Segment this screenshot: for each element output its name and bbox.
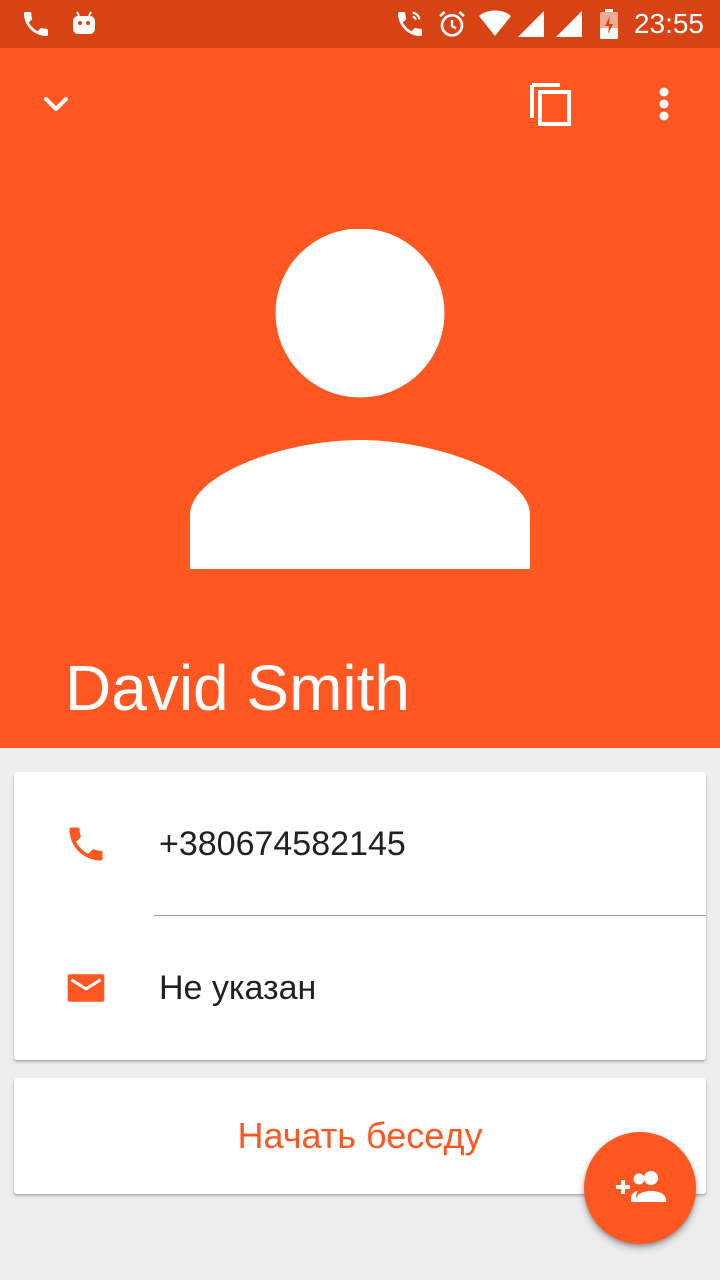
wifi-icon xyxy=(479,10,511,36)
contact-details-card: +380674582145 Не указан xyxy=(14,772,706,1060)
copy-button[interactable] xyxy=(518,72,582,136)
email-icon xyxy=(67,974,105,1002)
chevron-down-icon xyxy=(44,97,68,111)
status-time: 23:55 xyxy=(633,8,704,39)
phone-icon xyxy=(69,827,103,861)
signal-icon xyxy=(518,11,544,37)
copy-icon xyxy=(530,83,571,126)
status-bar: 23:55 xyxy=(0,0,720,48)
signal-icon xyxy=(556,11,582,37)
phone-row[interactable]: +380674582145 xyxy=(14,772,706,916)
battery-charging-icon xyxy=(600,9,618,39)
phone-icon xyxy=(24,12,48,36)
email-value: Не указан xyxy=(159,969,317,1007)
person-icon xyxy=(190,229,530,569)
more-options-button[interactable] xyxy=(614,72,678,136)
contact-header: David Smith xyxy=(0,48,720,748)
add-group-icon xyxy=(616,1171,666,1202)
android-icon xyxy=(73,11,95,34)
wifi-calling-icon xyxy=(398,11,422,36)
email-row[interactable]: Не указан xyxy=(14,916,706,1060)
contact-screen: 23:55 David Smith +380674582145 Не указа… xyxy=(0,0,720,1280)
contact-name: David Smith xyxy=(65,652,410,724)
add-contact-fab[interactable] xyxy=(584,1132,696,1244)
more-vert-icon xyxy=(659,87,669,121)
alarm-icon xyxy=(439,10,465,37)
collapse-button[interactable] xyxy=(24,72,88,136)
phone-number: +380674582145 xyxy=(159,825,406,863)
